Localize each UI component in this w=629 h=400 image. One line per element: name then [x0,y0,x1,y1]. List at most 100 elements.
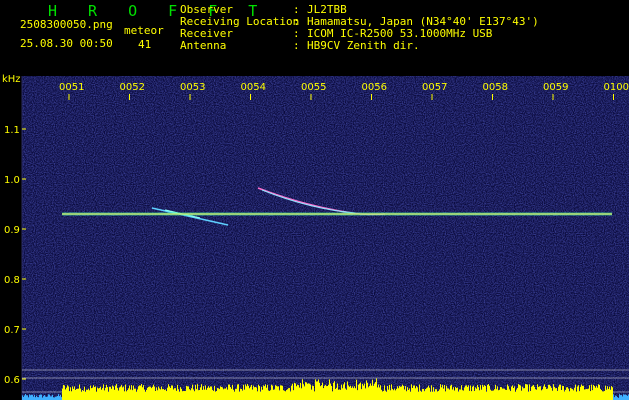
spectrum-bar [126,391,127,400]
spectrum-bar [63,385,64,400]
spectrum-bar [458,391,459,400]
spectrum-bar [39,394,40,400]
spectrum-bar [142,387,143,400]
spectrum-bar [330,383,331,400]
spectrum-bar [289,388,290,400]
spectrum-bar [533,384,534,400]
spectrum-bar [78,388,79,400]
spectrum-bar [591,384,592,400]
spectrum-bar [68,386,69,400]
spectrum-bar [236,388,237,400]
spectrum-bar [276,385,277,400]
spectrum-bar [474,390,475,400]
spectrum-bar [299,387,300,400]
spectrum-bar [377,387,378,400]
spectrum-bar [438,390,439,400]
spectrum-bar [94,387,95,400]
spectrum-bar [436,389,437,400]
spectrum-bar [338,389,339,400]
spectrum-bar [594,386,595,400]
spectrum-bar [536,389,537,400]
spectrum-bar [583,385,584,400]
spectrum-bar [333,382,334,400]
spectrum-bar [429,387,430,400]
spectrum-bar [141,384,142,400]
spectrum-bar [165,389,166,400]
spectrum-bar [355,388,356,400]
spectrum-bar [434,391,435,400]
spectrum-bar [346,389,347,400]
spectrum-bar [435,389,436,400]
spectrum-bar [408,389,409,400]
spectrum-bar [34,394,35,400]
spectrum-bar [459,389,460,400]
spectrum-bar [244,389,245,400]
spectrum-bar [479,390,480,400]
spectrum-bar [561,389,562,400]
spectrum-bar [168,384,169,400]
spectrum-bar [274,389,275,400]
spectrum-bar [467,386,468,400]
spectrum-bar [198,390,199,400]
spectrum-bar [257,391,258,400]
spectrum-bar [619,394,620,400]
spectrum-bar [75,389,76,400]
y-tick-label: 1.0 [4,175,20,186]
spectrum-bar [224,388,225,400]
spectrum-bar [286,390,287,400]
spectrum-bar [345,388,346,400]
spectrum-bar [188,386,189,400]
spectrum-bar [470,385,471,400]
spectrum-bar [294,382,295,400]
spectrum-bar [173,389,174,400]
spectrum-bar [31,394,32,400]
spectrum-bar [602,391,603,400]
spectrum-bar [581,384,582,400]
spectrum-bar [595,387,596,400]
x-tick-label: 0051 [59,82,84,93]
spectrum-bar [211,386,212,400]
spectrum-bar [354,386,355,400]
spectrum-bar [502,388,503,400]
spectrum-bar [518,384,519,400]
spectrum-bar [513,388,514,400]
spectrum-bar [384,385,385,400]
spectrum-bar [498,390,499,400]
spectrum-bar [375,382,376,400]
spectrum-bar [180,387,181,400]
spectrum-bar [30,395,31,400]
spectrum-bar [48,394,49,400]
spectrum-bar [116,384,117,400]
spectrum-bar [270,390,271,400]
spectrum-bar [520,385,521,400]
spectrum-bar [171,385,172,400]
y-tick-label: 1.1 [4,125,20,136]
spectrum-bar [379,387,380,400]
spectrum-bar [187,386,188,400]
spectrum-bar [118,390,119,400]
spectrum-bar [396,388,397,400]
spectrum-bar [349,386,350,400]
spectrum-bar [125,384,126,400]
x-tick-label: 0058 [483,82,508,93]
spectrum-bar [145,391,146,400]
spectrum-bar [452,389,453,400]
spectrum-bar [477,384,478,400]
spectrum-bar [492,390,493,400]
spectrum-bar [404,389,405,400]
spectrum-bar [606,389,607,400]
spectrum-bar [304,386,305,400]
spectrum-bar [228,384,229,400]
spectrum-bar [363,385,364,400]
spectrum-bar [339,389,340,400]
spectrum-bar [240,388,241,400]
spectrum-bar [273,389,274,400]
spectrum-bar [269,391,270,400]
spectrum-bar [449,389,450,400]
spectrum-bar [511,386,512,400]
spectrum-bar [175,388,176,400]
spectrum-bar [402,384,403,400]
spectrum-bar [407,387,408,400]
spectrum-bar [65,389,66,400]
spectrum-bar [582,385,583,400]
